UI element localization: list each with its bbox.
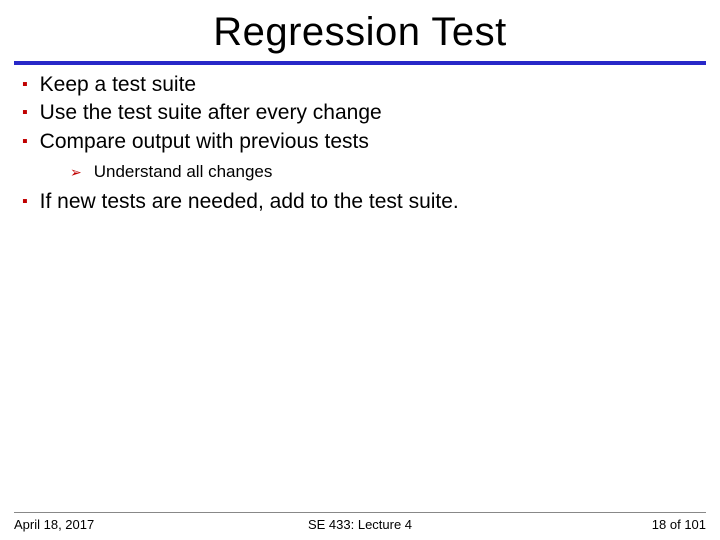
footer-date: April 18, 2017 xyxy=(14,517,245,532)
footer-course: SE 433: Lecture 4 xyxy=(245,517,476,532)
arrow-bullet-icon: ➢ xyxy=(70,164,82,181)
bullet-item: ▪ Keep a test suite xyxy=(0,71,720,99)
bullet-text: If new tests are needed, add to the test… xyxy=(40,188,459,216)
slide-title: Regression Test xyxy=(0,0,720,61)
square-bullet-icon: ▪ xyxy=(22,102,28,124)
footer-divider xyxy=(14,512,706,513)
slide: Regression Test ▪ Keep a test suite ▪ Us… xyxy=(0,0,720,540)
square-bullet-icon: ▪ xyxy=(22,131,28,153)
square-bullet-icon: ▪ xyxy=(22,191,28,213)
slide-footer: April 18, 2017 SE 433: Lecture 4 18 of 1… xyxy=(0,512,720,532)
bullet-text: Compare output with previous tests xyxy=(40,128,369,156)
sub-bullet-text: Understand all changes xyxy=(94,162,273,182)
footer-row: April 18, 2017 SE 433: Lecture 4 18 of 1… xyxy=(14,517,706,532)
title-underline xyxy=(14,61,706,65)
bullet-item: ▪ Compare output with previous tests xyxy=(0,128,720,156)
bullet-item: ▪ If new tests are needed, add to the te… xyxy=(0,188,720,216)
bullet-text: Keep a test suite xyxy=(40,71,196,99)
footer-page: 18 of 101 xyxy=(475,517,706,532)
sub-bullet-item: ➢ Understand all changes xyxy=(0,162,720,182)
square-bullet-icon: ▪ xyxy=(22,74,28,96)
bullet-text: Use the test suite after every change xyxy=(40,99,382,127)
slide-content: ▪ Keep a test suite ▪ Use the test suite… xyxy=(0,69,720,216)
bullet-item: ▪ Use the test suite after every change xyxy=(0,99,720,127)
